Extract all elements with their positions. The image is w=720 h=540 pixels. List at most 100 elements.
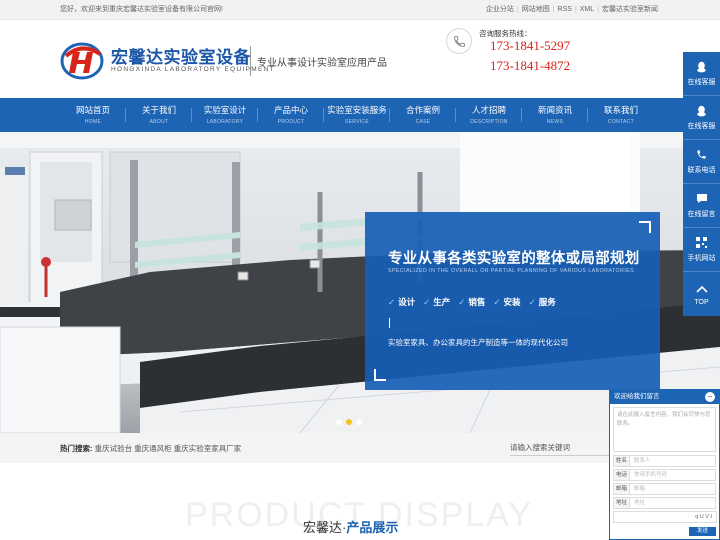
qq-icon [696, 105, 708, 117]
sidebar-phone[interactable]: 联系电话 [683, 140, 720, 184]
nav-service[interactable]: 实验室安装服务 SERVICE [324, 98, 390, 132]
slide-dot-2[interactable] [346, 419, 352, 425]
company-logo-icon[interactable] [60, 40, 104, 80]
tag-design: ✓ 设计 [388, 296, 415, 308]
hot-term[interactable]: 重庆实验室家具厂家 [174, 444, 242, 453]
link-separator: | [597, 6, 599, 13]
site-header: 宏馨达实验室设备 HONGXINDA LABORATORY EQUIPMENT … [0, 20, 720, 98]
tag-label: 销售 [468, 297, 486, 307]
tag-label: 安装 [503, 297, 521, 307]
message-widget: 欢迎给我们留言 − 请在此输入留言内容，我们会尽快与您联系。 姓名 联系人 电话常… [609, 389, 720, 540]
corner-decor [374, 369, 386, 381]
nav-label: 人才招聘 [471, 105, 506, 115]
link-xml[interactable]: XML [580, 0, 594, 20]
nav-contact[interactable]: 联系我们 CONTACT [588, 98, 654, 132]
nav-lab-design[interactable]: 实验室设计 LABORATORY [192, 98, 258, 132]
message-textarea[interactable]: 请在此输入留言内容，我们会尽快与您联系。 [613, 407, 716, 452]
check-icon: ✓ [458, 297, 466, 307]
slide-dot-3[interactable] [356, 419, 362, 425]
captcha-image[interactable]: q U V t [695, 514, 712, 520]
sidebar-label: 联系电话 [687, 166, 716, 174]
nav-label-en: ABOUT [149, 119, 169, 125]
floating-sidebar: 在线客服 在线客服 联系电话 在线留言 手机网站 TOP [683, 52, 720, 316]
slide-dots [336, 419, 362, 425]
nav-label: 实验室设计 [203, 105, 247, 115]
slide-dot-1[interactable] [336, 419, 342, 425]
field-placeholder: 常用手机号码 [634, 472, 668, 478]
slogan: 专业从事设计实验室应用产品 [257, 58, 387, 69]
top-links: 企业分站 | 网站地图 | RSS | XML | 宏馨达实验室新闻 [486, 0, 658, 20]
nav-label: 网站首页 [75, 105, 110, 115]
email-field[interactable]: 邮箱 邮箱 [613, 483, 716, 495]
banner-description: 实验室家具、办公家具的生产制造等一体的现代化公司 [388, 338, 568, 347]
sidebar-label: TOP [694, 298, 709, 306]
nav-label: 产品中心 [273, 105, 308, 115]
arrow-up-icon [695, 283, 708, 295]
nav-label-en: DESCRIPTION [470, 119, 508, 125]
nav-label-en: SERVICE [345, 119, 369, 125]
top-bar: 您好，欢迎来到重庆宏馨达实验室设备有限公司官网! 企业分站 | 网站地图 | RSS… [0, 0, 720, 20]
section-title-prefix: 宏馨达· [303, 520, 347, 535]
minimize-icon[interactable]: − [705, 392, 715, 402]
hot-term[interactable]: 重庆通风柜 [134, 444, 172, 453]
nav-label: 关于我们 [141, 105, 176, 115]
hot-search: 热门搜索: 重庆试验台 重庆通风柜 重庆实验室家具厂家 [60, 443, 241, 454]
send-button[interactable]: 发送 [689, 527, 716, 536]
hot-term[interactable]: 重庆试验台 [95, 444, 133, 453]
link-sitemap[interactable]: 网站地图 [522, 0, 550, 20]
tag-production: ✓ 生产 [423, 296, 450, 308]
sidebar-label: 在线客服 [687, 122, 716, 130]
sidebar-back-to-top[interactable]: TOP [683, 272, 720, 316]
field-placeholder: 地址 [634, 500, 646, 506]
link-rss[interactable]: RSS [558, 0, 572, 20]
tag-service: ✓ 服务 [529, 296, 556, 308]
brand-name: 宏馨达实验室设备 [111, 48, 251, 67]
nav-label-en: CASE [415, 119, 431, 125]
nav-products[interactable]: 产品中心 PRODUCT [258, 98, 324, 132]
search-input[interactable] [510, 440, 610, 456]
check-icon: ✓ [423, 297, 431, 307]
widget-title: 欢迎给我们留言 [614, 393, 660, 400]
nav-jobs[interactable]: 人才招聘 DESCRIPTION [456, 98, 522, 132]
nav-label-en: PRODUCT [277, 119, 305, 125]
sidebar-label: 在线留言 [687, 210, 716, 218]
tag-label: 设计 [398, 297, 416, 307]
sidebar-online-service-1[interactable]: 在线客服 [683, 52, 720, 96]
phone-number-1[interactable]: 173-1841-5297 [490, 38, 570, 54]
sidebar-message[interactable]: 在线留言 [683, 184, 720, 228]
captcha-field[interactable]: q U V t [613, 511, 717, 523]
nav-cases[interactable]: 合作案例 CASE [390, 98, 456, 132]
phone-number-2[interactable]: 173-1841-4872 [490, 58, 570, 74]
sidebar-online-service-2[interactable]: 在线客服 [683, 96, 720, 140]
link-news[interactable]: 宏馨达实验室新闻 [602, 0, 658, 20]
field-placeholder: 邮箱 [634, 486, 646, 492]
name-field[interactable]: 姓名 联系人 [613, 455, 716, 467]
nav-news[interactable]: 新闻资讯 NEWS [522, 98, 588, 132]
link-separator: | [516, 6, 519, 13]
banner-headline: 专业从事各类实验室的整体或局部规划 [388, 251, 640, 267]
qq-icon [696, 61, 708, 73]
hero-banner[interactable]: 专业从事各类实验室的整体或局部规划 SPECIALIZED IN THE OVE… [0, 132, 720, 433]
nav-label-en: CONTACT [608, 119, 634, 125]
banner-overlay: 专业从事各类实验室的整体或局部规划 SPECIALIZED IN THE OVE… [365, 212, 660, 390]
tag-install: ✓ 安装 [493, 296, 520, 308]
phone-icon [696, 149, 708, 161]
check-icon: ✓ [388, 297, 396, 307]
address-field[interactable]: 地址 地址 [613, 497, 716, 509]
nav-label: 联系我们 [603, 105, 638, 115]
phone-field[interactable]: 电话 常用手机号码 [613, 469, 716, 481]
link-separator: | [574, 6, 577, 13]
sidebar-mobile-site[interactable]: 手机网站 [683, 228, 720, 272]
widget-header: 欢迎给我们留言 − [610, 390, 719, 404]
nav-home[interactable]: 网站首页 HOME [60, 98, 126, 132]
link-substations[interactable]: 企业分站 [486, 0, 514, 20]
link-separator: | [552, 6, 555, 13]
welcome-text: 您好，欢迎来到重庆宏馨达实验室设备有限公司官网! [60, 6, 223, 13]
nav-label: 合作案例 [405, 105, 440, 115]
nav-about[interactable]: 关于我们 ABOUT [126, 98, 192, 132]
divider [250, 46, 251, 76]
main-nav: 网站首页 HOME 关于我们 ABOUT 实验室设计 LABORATORY 产品中心 P… [0, 98, 720, 132]
qrcode-icon [696, 237, 708, 249]
banner-subline: SPECIALIZED IN THE OVERALL OR PARTIAL PL… [388, 268, 635, 274]
section-title: 宏馨达·产品展示 [303, 517, 398, 536]
